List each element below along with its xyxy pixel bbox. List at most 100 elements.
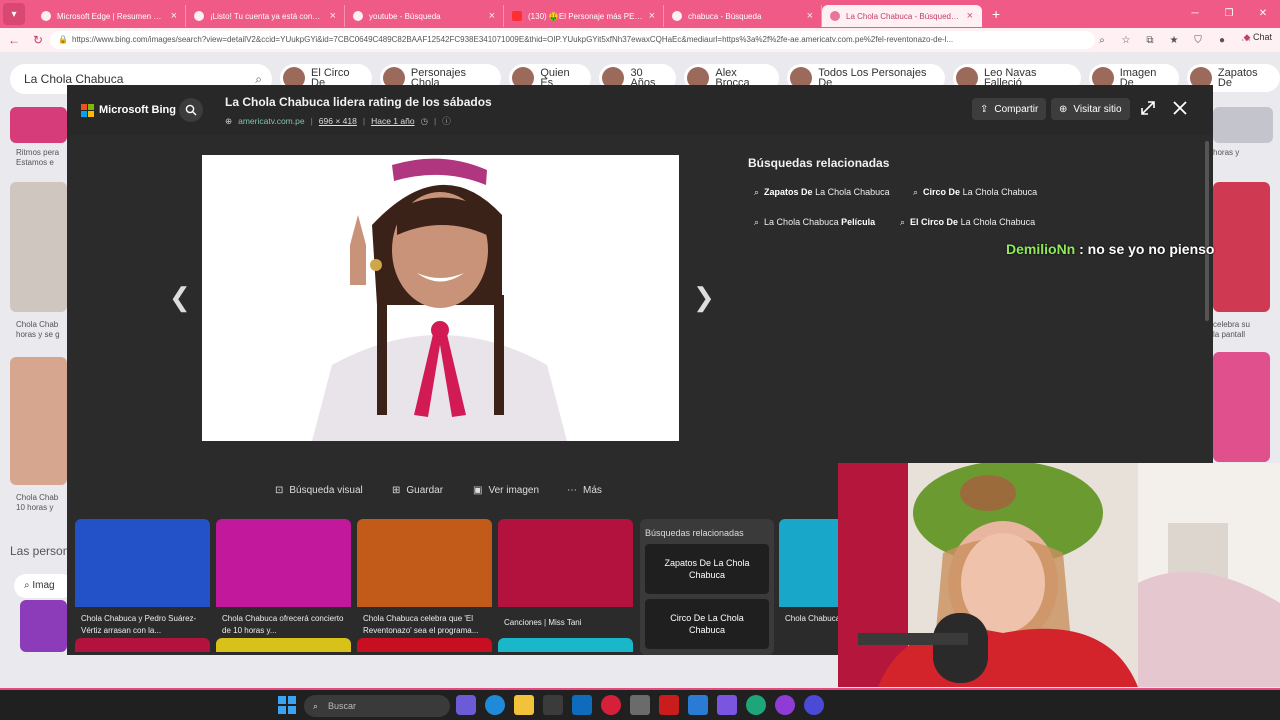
windows-start-icon[interactable]	[278, 696, 296, 714]
back-icon[interactable]: ←	[2, 33, 26, 47]
close-tab-icon[interactable]: ×	[807, 10, 813, 22]
similar-image-card[interactable]: Chola Chabuca ofrecerá concierto de 10 h…	[216, 519, 351, 637]
search-button[interactable]	[179, 98, 203, 122]
bing-search-icon	[672, 11, 682, 21]
similar-image-card[interactable]: Canciones | Miss Tani	[498, 519, 633, 629]
result-thumbnail[interactable]	[1213, 352, 1270, 462]
similar-image-thumbnail[interactable]	[357, 638, 492, 652]
history-icon: ◷	[420, 115, 428, 126]
new-tab-button[interactable]: +	[992, 6, 1000, 22]
result-thumbnail[interactable]	[1213, 107, 1273, 143]
close-tab-icon[interactable]: ×	[330, 10, 336, 22]
view-image-button[interactable]: ▣ Ver imagen	[473, 485, 539, 496]
copilot-icon: ◆	[1243, 32, 1251, 42]
lock-icon: 🔒	[58, 35, 68, 44]
details-scrollbar[interactable]	[1205, 141, 1209, 321]
result-thumbnail[interactable]	[1213, 182, 1270, 312]
related-rest: La Chola Chabuca	[812, 187, 890, 197]
image-dimensions[interactable]: 696 × 418	[319, 116, 357, 126]
obs-icon[interactable]	[804, 695, 824, 715]
bing-search-icon	[353, 11, 363, 21]
similar-image-thumbnail[interactable]	[498, 638, 633, 652]
previous-image-arrow-icon[interactable]: ❮	[169, 282, 191, 313]
collections-icon[interactable]: ★	[1162, 35, 1186, 46]
close-tab-icon[interactable]: ×	[171, 10, 177, 22]
related-search-chip[interactable]: ⌕ El Circo De La Chola Chabuca	[894, 211, 1041, 233]
similar-image-thumbnail	[498, 519, 633, 607]
related-searches-box: Búsquedas relacionadas Zapatos De La Cho…	[640, 519, 774, 655]
related-search-chip[interactable]: ⌕ Circo De La Chola Chabuca	[907, 181, 1043, 203]
minimize-icon[interactable]: ─	[1178, 0, 1212, 28]
share-button[interactable]: ⇪ Compartir	[972, 98, 1047, 120]
save-button[interactable]: ⊞ Guardar	[392, 485, 443, 496]
url-field[interactable]: 🔒 https://www.bing.com/images/search?vie…	[50, 31, 1095, 49]
similar-image-card[interactable]: Chola Chabuca celebra que 'El Reventonaz…	[357, 519, 492, 637]
result-thumbnail[interactable]	[10, 182, 67, 312]
maximize-icon[interactable]: ❐	[1212, 0, 1246, 28]
search-icon: ⌕	[313, 701, 319, 711]
close-icon[interactable]	[1171, 99, 1189, 117]
tab-edge-summary[interactable]: Microsoft Edge | Resumen del año ×	[33, 5, 186, 27]
tab-chabuca-search[interactable]: chabuca - Búsqueda ×	[664, 5, 822, 27]
copilot-chat-button[interactable]: ◆ Chat	[1244, 32, 1272, 43]
result-caption: Chola Chab horas y se g	[16, 320, 60, 339]
result-thumbnail[interactable]	[20, 600, 67, 652]
next-image-arrow-icon[interactable]: ❯	[693, 282, 715, 313]
tab-youtube-video[interactable]: (130) 🤑El Personaje más PERTURBADOR ×	[504, 5, 664, 27]
close-tab-icon[interactable]: ×	[649, 10, 655, 22]
zoom-icon[interactable]: ⌕	[1090, 35, 1114, 46]
favorite-star-icon[interactable]: ☆	[1114, 35, 1138, 46]
messenger-icon[interactable]	[775, 695, 795, 715]
bing-search-icon	[830, 11, 840, 21]
person-photo	[202, 155, 679, 441]
share-icon: ⇪	[980, 103, 989, 115]
source-domain[interactable]: americatv.com.pe	[238, 116, 304, 126]
section-heading: Las person	[10, 544, 70, 558]
bing-brand[interactable]: Microsoft Bing	[81, 104, 176, 117]
edge-app-icon[interactable]	[485, 695, 505, 715]
visit-site-button[interactable]: ⊕ Visitar sitio	[1051, 98, 1130, 120]
main-image[interactable]	[202, 155, 679, 441]
close-tab-icon[interactable]: ×	[489, 10, 495, 22]
extensions-icon[interactable]: ⧉	[1138, 35, 1162, 46]
separator: |	[433, 116, 437, 126]
tab-actions-menu-button[interactable]: ▾	[3, 3, 25, 25]
edge-dev-icon[interactable]	[746, 695, 766, 715]
expand-icon[interactable]	[1139, 99, 1157, 117]
close-window-icon[interactable]: ✕	[1246, 0, 1280, 28]
image-age[interactable]: Hace 1 año	[371, 116, 414, 126]
related-search-chip[interactable]: ⌕ Zapatos De La Chola Chabuca	[748, 181, 896, 203]
mail-app-icon[interactable]	[688, 695, 708, 715]
opera-icon[interactable]	[601, 695, 621, 715]
tab-youtube-search[interactable]: youtube - Búsqueda ×	[345, 5, 504, 27]
related-box-item[interactable]: Zapatos De La Chola Chabuca	[645, 544, 769, 594]
browser-essentials-icon[interactable]: ⛉	[1186, 35, 1210, 46]
taskbar-search[interactable]: ⌕ Buscar	[304, 695, 450, 717]
result-thumbnail[interactable]	[10, 107, 67, 143]
browser-tab-strip: ▾ Microsoft Edge | Resumen del año × ¡Li…	[0, 0, 1280, 28]
outlook-icon[interactable]	[572, 695, 592, 715]
visual-search-button[interactable]: ⊡ Búsqueda visual	[275, 485, 363, 496]
store-icon[interactable]	[543, 695, 563, 715]
more-button[interactable]: ⋯ Más	[567, 485, 602, 496]
related-bold: Película	[841, 217, 876, 227]
similar-image-thumbnail[interactable]	[216, 638, 351, 652]
info-icon[interactable]: ⓘ	[442, 115, 451, 127]
close-tab-icon[interactable]: ×	[967, 10, 973, 22]
copilot-app-icon[interactable]	[456, 695, 476, 715]
media-app-icon[interactable]	[630, 695, 650, 715]
result-thumbnail[interactable]	[10, 357, 67, 485]
discord-icon[interactable]	[717, 695, 737, 715]
tab-account-connected[interactable]: ¡Listo! Tu cuenta ya está conectada ×	[186, 5, 345, 27]
action-label: Búsqueda visual	[289, 485, 363, 496]
refresh-icon[interactable]: ↻	[26, 33, 50, 47]
images-tab[interactable]: ⌕ Imag	[14, 574, 74, 598]
tab-chola-chabuca-images[interactable]: La Chola Chabuca - Búsqueda Imágenes ×	[822, 5, 982, 27]
similar-image-thumbnail[interactable]	[75, 638, 210, 652]
file-explorer-icon[interactable]	[514, 695, 534, 715]
pdf-app-icon[interactable]	[659, 695, 679, 715]
related-search-chip[interactable]: ⌕ La Chola Chabuca Película	[748, 211, 881, 233]
related-rest: La Chola Chabuca	[764, 217, 842, 227]
similar-image-card[interactable]: Chola Chabuca y Pedro Suárez-Vértiz arra…	[75, 519, 210, 637]
profile-icon[interactable]: ●	[1210, 35, 1234, 46]
